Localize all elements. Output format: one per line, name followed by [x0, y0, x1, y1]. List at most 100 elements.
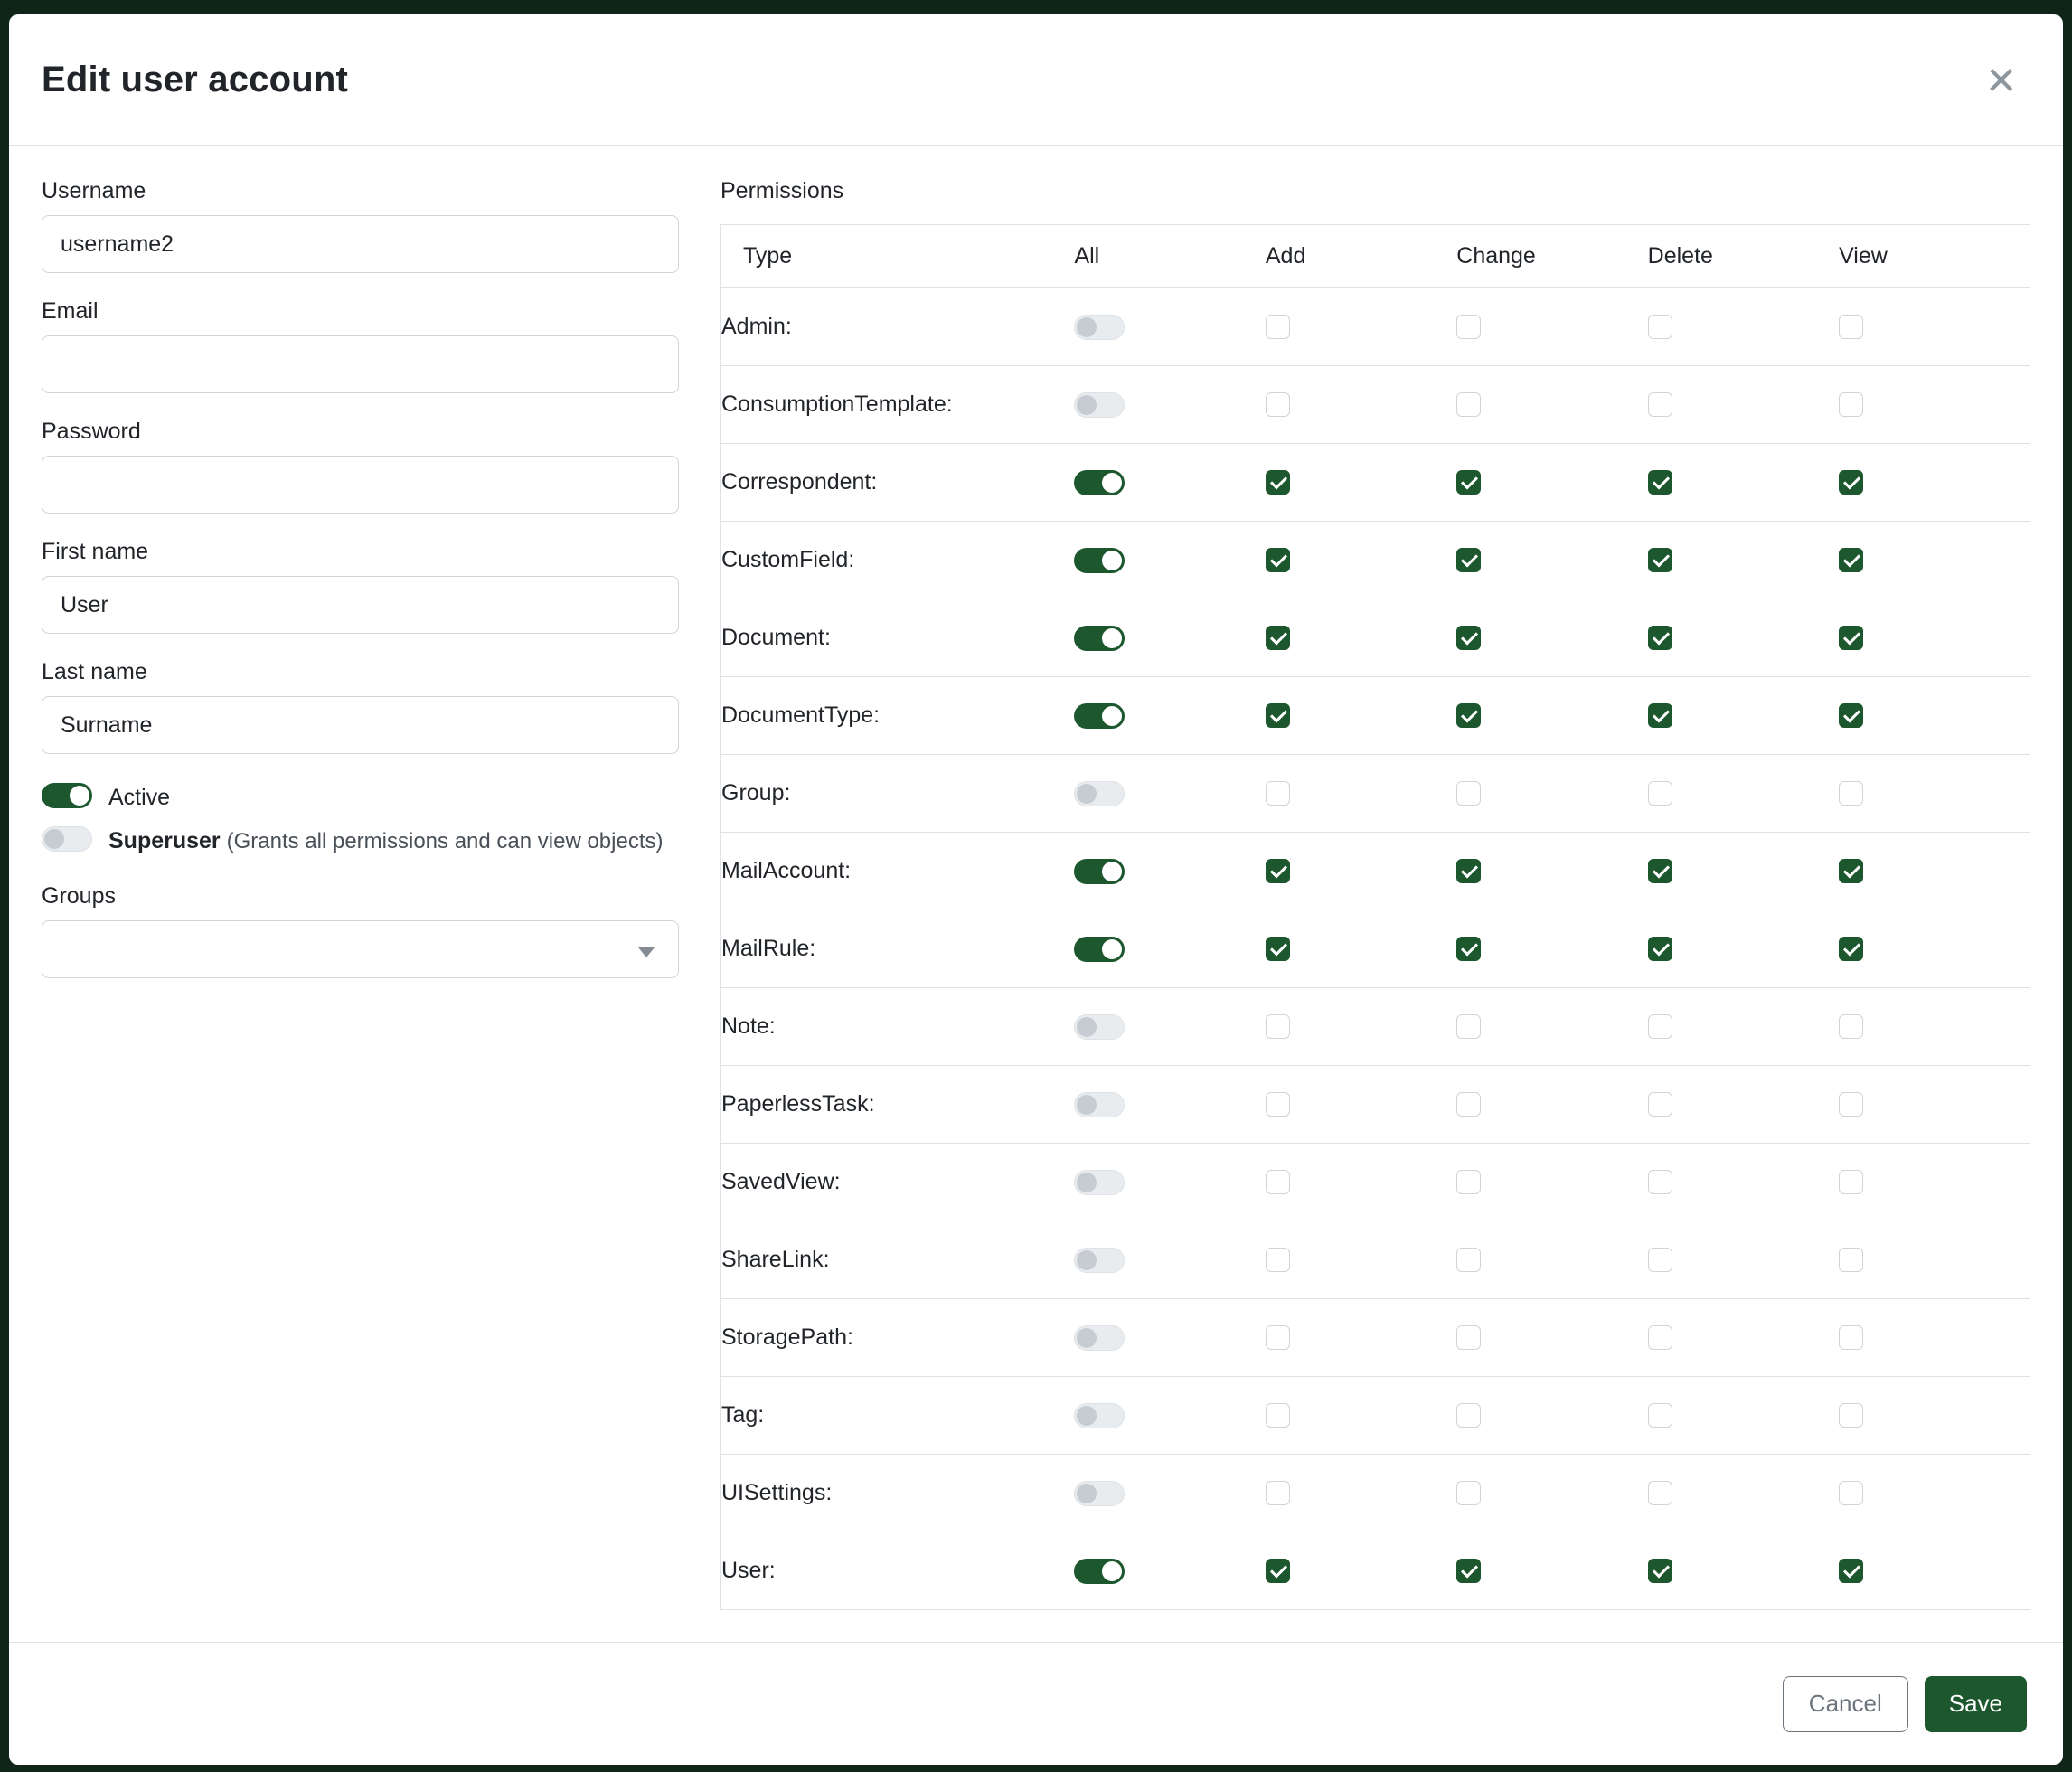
permission-view-checkbox[interactable] — [1839, 1481, 1863, 1505]
permission-view-checkbox[interactable] — [1839, 1403, 1863, 1428]
permission-view-checkbox[interactable] — [1839, 1014, 1863, 1039]
permission-all-toggle[interactable] — [1074, 703, 1125, 729]
permission-all-toggle[interactable] — [1074, 1325, 1125, 1351]
permission-add-checkbox[interactable] — [1266, 1325, 1290, 1350]
permission-change-checkbox[interactable] — [1456, 1559, 1481, 1583]
permission-all-toggle[interactable] — [1074, 1481, 1125, 1506]
permission-view-checkbox[interactable] — [1839, 859, 1863, 883]
permission-all-toggle[interactable] — [1074, 1403, 1125, 1428]
permission-change-checkbox[interactable] — [1456, 937, 1481, 961]
permission-add-checkbox[interactable] — [1266, 859, 1290, 883]
permission-view-checkbox[interactable] — [1839, 1325, 1863, 1350]
permission-delete-checkbox[interactable] — [1648, 781, 1672, 806]
cancel-button[interactable]: Cancel — [1783, 1676, 1908, 1732]
permission-add-checkbox[interactable] — [1266, 1481, 1290, 1505]
permission-change-checkbox[interactable] — [1456, 859, 1481, 883]
permission-add-checkbox[interactable] — [1266, 626, 1290, 650]
permission-all-toggle[interactable] — [1074, 392, 1125, 418]
permission-all-toggle[interactable] — [1074, 1014, 1125, 1040]
permission-delete-checkbox[interactable] — [1648, 1559, 1672, 1583]
close-button[interactable]: × — [1979, 51, 2023, 108]
save-button[interactable]: Save — [1925, 1676, 2027, 1732]
password-input[interactable] — [42, 456, 679, 514]
permission-change-checkbox[interactable] — [1456, 470, 1481, 495]
permission-delete-checkbox[interactable] — [1648, 315, 1672, 339]
groups-select[interactable] — [42, 920, 679, 978]
permission-type-label: Tag: — [721, 1377, 1075, 1455]
permission-delete-checkbox[interactable] — [1648, 1403, 1672, 1428]
permission-change-checkbox[interactable] — [1456, 1014, 1481, 1039]
permission-view-checkbox[interactable] — [1839, 470, 1863, 495]
permission-change-checkbox[interactable] — [1456, 1325, 1481, 1350]
permission-delete-checkbox[interactable] — [1648, 470, 1672, 495]
permission-view-checkbox[interactable] — [1839, 1559, 1863, 1583]
permission-add-checkbox[interactable] — [1266, 1014, 1290, 1039]
permission-delete-checkbox[interactable] — [1648, 1092, 1672, 1117]
permission-view-checkbox[interactable] — [1839, 703, 1863, 728]
permission-delete-checkbox[interactable] — [1648, 1170, 1672, 1194]
permission-view-checkbox[interactable] — [1839, 315, 1863, 339]
permission-delete-checkbox[interactable] — [1648, 392, 1672, 417]
permission-add-checkbox[interactable] — [1266, 470, 1290, 495]
permission-add-checkbox[interactable] — [1266, 392, 1290, 417]
permission-change-checkbox[interactable] — [1456, 626, 1481, 650]
permission-all-toggle[interactable] — [1074, 470, 1125, 495]
permission-delete-checkbox[interactable] — [1648, 1014, 1672, 1039]
permission-row: User: — [721, 1532, 2030, 1610]
permission-add-checkbox[interactable] — [1266, 1092, 1290, 1117]
superuser-toggle[interactable] — [42, 826, 92, 852]
permission-change-checkbox[interactable] — [1456, 1170, 1481, 1194]
permission-view-checkbox[interactable] — [1839, 392, 1863, 417]
permission-view-checkbox[interactable] — [1839, 1092, 1863, 1117]
permission-all-toggle[interactable] — [1074, 315, 1125, 340]
permission-delete-checkbox[interactable] — [1648, 626, 1672, 650]
permission-delete-checkbox[interactable] — [1648, 1248, 1672, 1272]
permission-all-toggle[interactable] — [1074, 1559, 1125, 1584]
permission-change-checkbox[interactable] — [1456, 1248, 1481, 1272]
permission-delete-checkbox[interactable] — [1648, 1481, 1672, 1505]
permission-all-toggle[interactable] — [1074, 859, 1125, 884]
username-input[interactable] — [42, 215, 679, 273]
permission-change-checkbox[interactable] — [1456, 548, 1481, 572]
permission-all-toggle[interactable] — [1074, 1248, 1125, 1273]
permission-delete-checkbox[interactable] — [1648, 703, 1672, 728]
permission-change-checkbox[interactable] — [1456, 1092, 1481, 1117]
permission-change-checkbox[interactable] — [1456, 781, 1481, 806]
permission-view-checkbox[interactable] — [1839, 1170, 1863, 1194]
permission-delete-checkbox[interactable] — [1648, 859, 1672, 883]
last-name-input[interactable] — [42, 696, 679, 754]
permission-add-checkbox[interactable] — [1266, 937, 1290, 961]
permission-all-toggle[interactable] — [1074, 1170, 1125, 1195]
permission-view-checkbox[interactable] — [1839, 548, 1863, 572]
permission-add-checkbox[interactable] — [1266, 548, 1290, 572]
permission-change-checkbox[interactable] — [1456, 1481, 1481, 1505]
permission-add-checkbox[interactable] — [1266, 315, 1290, 339]
permission-add-checkbox[interactable] — [1266, 1170, 1290, 1194]
permission-delete-checkbox[interactable] — [1648, 937, 1672, 961]
permission-all-toggle[interactable] — [1074, 1092, 1125, 1117]
permission-add-checkbox[interactable] — [1266, 703, 1290, 728]
permission-delete-checkbox[interactable] — [1648, 548, 1672, 572]
permission-change-checkbox[interactable] — [1456, 315, 1481, 339]
permission-add-checkbox[interactable] — [1266, 781, 1290, 806]
permission-all-toggle[interactable] — [1074, 937, 1125, 962]
permission-view-checkbox[interactable] — [1839, 781, 1863, 806]
permission-all-toggle[interactable] — [1074, 781, 1125, 806]
permission-add-checkbox[interactable] — [1266, 1248, 1290, 1272]
first-name-input[interactable] — [42, 576, 679, 634]
permission-view-checkbox[interactable] — [1839, 937, 1863, 961]
permission-view-checkbox[interactable] — [1839, 626, 1863, 650]
email-input[interactable] — [42, 335, 679, 393]
active-toggle[interactable] — [42, 783, 92, 808]
permission-change-checkbox[interactable] — [1456, 703, 1481, 728]
permission-add-checkbox[interactable] — [1266, 1559, 1290, 1583]
permission-change-checkbox[interactable] — [1456, 392, 1481, 417]
permission-all-toggle[interactable] — [1074, 626, 1125, 651]
permission-delete-checkbox[interactable] — [1648, 1325, 1672, 1350]
permission-view-checkbox[interactable] — [1839, 1248, 1863, 1272]
superuser-row: Superuser (Grants all permissions and ca… — [42, 823, 679, 860]
permission-add-checkbox[interactable] — [1266, 1403, 1290, 1428]
username-group: Username — [42, 178, 679, 273]
permission-change-checkbox[interactable] — [1456, 1403, 1481, 1428]
permission-all-toggle[interactable] — [1074, 548, 1125, 573]
